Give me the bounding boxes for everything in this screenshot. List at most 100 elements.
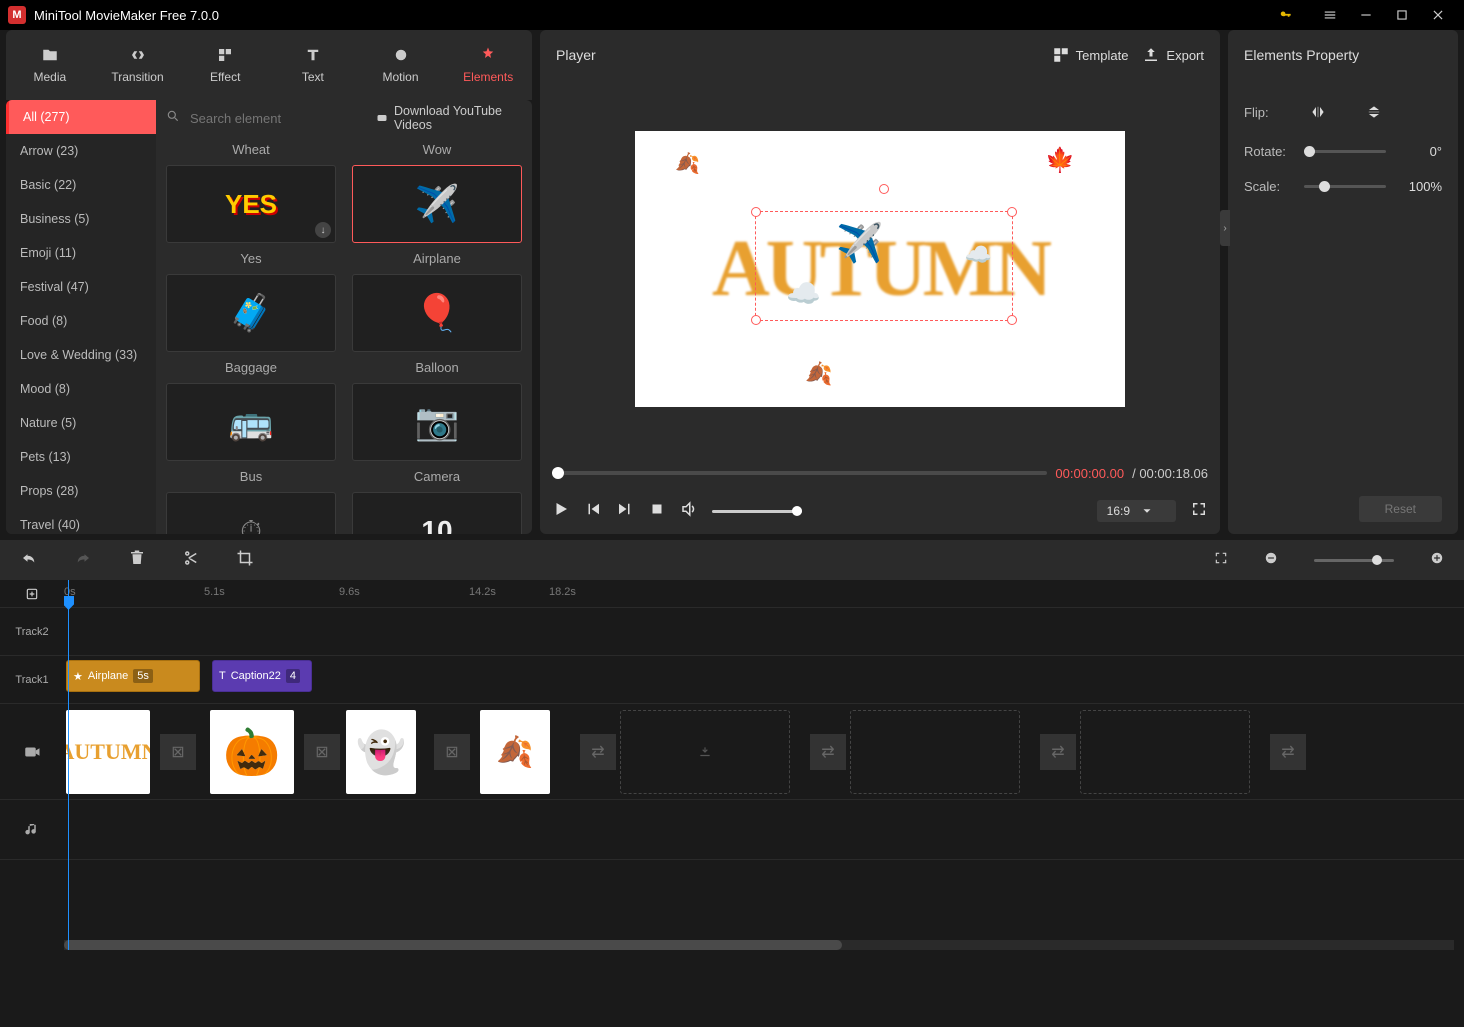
resize-handle[interactable] bbox=[1007, 207, 1017, 217]
element-card[interactable]: 10 bbox=[352, 492, 522, 534]
flip-vertical-button[interactable] bbox=[1360, 100, 1388, 124]
prev-button[interactable] bbox=[584, 500, 602, 523]
slider-head[interactable] bbox=[1319, 181, 1330, 192]
properties-panel: › Elements Property Flip: Rotate: 0° Sca… bbox=[1228, 30, 1458, 534]
volume-head[interactable] bbox=[792, 506, 802, 516]
category-festival[interactable]: Festival (47) bbox=[6, 270, 156, 304]
scrollbar-thumb[interactable] bbox=[64, 940, 842, 950]
rotate-slider[interactable] bbox=[1304, 150, 1386, 153]
aspect-ratio-select[interactable]: 16:9 bbox=[1097, 500, 1176, 522]
transition-slot[interactable]: ⊠ bbox=[434, 734, 470, 770]
crop-button[interactable] bbox=[236, 549, 254, 572]
fit-button[interactable] bbox=[1214, 551, 1228, 570]
scrubber-head[interactable] bbox=[552, 467, 564, 479]
horizontal-scrollbar[interactable] bbox=[64, 940, 1454, 950]
tab-text[interactable]: Text bbox=[269, 30, 357, 100]
timeline-toolbar bbox=[0, 540, 1464, 580]
tab-elements[interactable]: Elements bbox=[444, 30, 532, 100]
tab-transition[interactable]: Transition bbox=[94, 30, 182, 100]
key-icon[interactable] bbox=[1268, 0, 1304, 30]
clip-airplane[interactable]: ★ Airplane 5s bbox=[66, 660, 200, 692]
transition-slot[interactable]: ⇄ bbox=[580, 734, 616, 770]
next-button[interactable] bbox=[616, 500, 634, 523]
category-travel[interactable]: Travel (40) bbox=[6, 508, 156, 534]
transition-slot[interactable]: ⊠ bbox=[304, 734, 340, 770]
category-mood[interactable]: Mood (8) bbox=[6, 372, 156, 406]
maximize-button[interactable] bbox=[1384, 0, 1420, 30]
media-clip[interactable]: 🎃 bbox=[210, 710, 294, 794]
category-love-wedding[interactable]: Love & Wedding (33) bbox=[6, 338, 156, 372]
split-button[interactable] bbox=[182, 549, 200, 572]
element-card-baggage[interactable]: 🧳 bbox=[166, 274, 336, 352]
playhead[interactable] bbox=[68, 580, 69, 950]
flip-horizontal-button[interactable] bbox=[1304, 100, 1332, 124]
search-input[interactable] bbox=[190, 111, 366, 126]
volume-icon[interactable] bbox=[680, 500, 698, 523]
zoom-in-button[interactable] bbox=[1430, 551, 1444, 570]
timeline-ruler[interactable]: 0s 5.1s 9.6s 14.2s 18.2s bbox=[64, 580, 1464, 608]
transition-slot[interactable]: ⇄ bbox=[1270, 734, 1306, 770]
media-clip[interactable]: AUTUMN bbox=[66, 710, 150, 794]
zoom-out-button[interactable] bbox=[1264, 551, 1278, 570]
transition-slot[interactable]: ⇄ bbox=[810, 734, 846, 770]
resize-handle[interactable] bbox=[1007, 315, 1017, 325]
preview-canvas[interactable]: AUTUMN 🍂 🍁 🍂 ✈️ ☁️ ☁️ bbox=[635, 131, 1125, 407]
rotate-handle[interactable] bbox=[879, 184, 889, 194]
element-card-bus[interactable]: 🚌 bbox=[166, 383, 336, 461]
scale-slider[interactable] bbox=[1304, 185, 1386, 188]
video-track[interactable]: AUTUMN ⊠ 🎃 ⊠ 👻 ⊠ 🍂 ⇄ ⇄ ⇄ ⇄ bbox=[64, 704, 1464, 800]
template-button[interactable]: Template bbox=[1052, 46, 1129, 64]
download-youtube-link[interactable]: Download YouTube Videos bbox=[376, 104, 522, 132]
element-card-balloon[interactable]: 🎈 bbox=[352, 274, 522, 352]
minimize-button[interactable] bbox=[1348, 0, 1384, 30]
selection-box[interactable]: ✈️ ☁️ ☁️ bbox=[755, 211, 1013, 321]
close-button[interactable] bbox=[1420, 0, 1456, 30]
fullscreen-button[interactable] bbox=[1190, 500, 1208, 523]
category-pets[interactable]: Pets (13) bbox=[6, 440, 156, 474]
track1[interactable]: ★ Airplane 5s T Caption22 4 bbox=[64, 656, 1464, 704]
category-nature[interactable]: Nature (5) bbox=[6, 406, 156, 440]
element-card-yes[interactable]: YES↓ bbox=[166, 165, 336, 243]
clip-caption[interactable]: T Caption22 4 bbox=[212, 660, 312, 692]
element-card-airplane[interactable]: ✈️ bbox=[352, 165, 522, 243]
category-emoji[interactable]: Emoji (11) bbox=[6, 236, 156, 270]
media-clip[interactable]: 🍂 bbox=[480, 710, 550, 794]
undo-button[interactable] bbox=[20, 549, 38, 572]
reset-button[interactable]: Reset bbox=[1359, 496, 1442, 522]
volume-slider[interactable] bbox=[712, 510, 802, 513]
category-props[interactable]: Props (28) bbox=[6, 474, 156, 508]
element-card-camera[interactable]: 📷 bbox=[352, 383, 522, 461]
collapse-panel-button[interactable]: › bbox=[1220, 210, 1230, 246]
category-all[interactable]: All (277) bbox=[6, 100, 156, 134]
element-card[interactable]: ⏱ bbox=[166, 492, 336, 534]
empty-media-slot[interactable] bbox=[850, 710, 1020, 794]
transition-slot[interactable]: ⇄ bbox=[1040, 734, 1076, 770]
audio-track[interactable] bbox=[64, 800, 1464, 860]
export-button[interactable]: Export bbox=[1142, 46, 1204, 64]
category-arrow[interactable]: Arrow (23) bbox=[6, 134, 156, 168]
delete-button[interactable] bbox=[128, 549, 146, 572]
empty-media-slot[interactable] bbox=[1080, 710, 1250, 794]
resize-handle[interactable] bbox=[751, 207, 761, 217]
track2[interactable] bbox=[64, 608, 1464, 656]
scrubber[interactable] bbox=[552, 471, 1047, 475]
transition-slot[interactable]: ⊠ bbox=[160, 734, 196, 770]
zoom-slider[interactable] bbox=[1314, 559, 1394, 562]
play-button[interactable] bbox=[552, 500, 570, 523]
slider-head[interactable] bbox=[1304, 146, 1315, 157]
add-track-button[interactable] bbox=[0, 580, 64, 608]
media-clip[interactable]: 👻 bbox=[346, 710, 416, 794]
category-food[interactable]: Food (8) bbox=[6, 304, 156, 338]
category-list: All (277) Arrow (23) Basic (22) Business… bbox=[6, 100, 156, 534]
category-business[interactable]: Business (5) bbox=[6, 202, 156, 236]
category-basic[interactable]: Basic (22) bbox=[6, 168, 156, 202]
tab-media[interactable]: Media bbox=[6, 30, 94, 100]
resize-handle[interactable] bbox=[751, 315, 761, 325]
redo-button[interactable] bbox=[74, 549, 92, 572]
menu-icon[interactable] bbox=[1312, 0, 1348, 30]
stop-button[interactable] bbox=[648, 500, 666, 523]
tab-effect[interactable]: Effect bbox=[181, 30, 269, 100]
tab-motion[interactable]: Motion bbox=[357, 30, 445, 100]
zoom-head[interactable] bbox=[1372, 555, 1382, 565]
empty-media-slot[interactable] bbox=[620, 710, 790, 794]
